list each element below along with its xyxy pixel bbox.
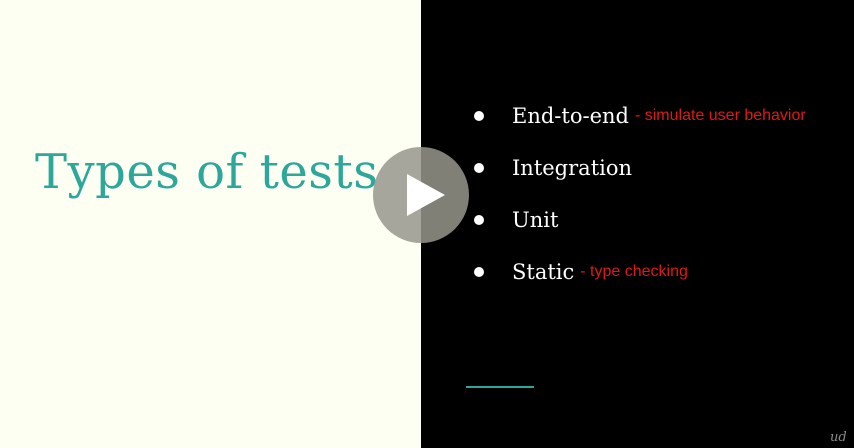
bullet-item-static: Static - type checking [474,246,806,298]
video-frame[interactable]: Types of tests End-to-end - simulate use… [0,0,854,448]
bullet-label: Unit [512,208,559,232]
bullet-item-integration: Integration [474,142,806,194]
bullet-dot-icon [474,267,484,277]
bullet-item-unit: Unit [474,194,806,246]
bullet-label: End-to-end [512,104,629,128]
bullet-note: - simulate user behavior [634,107,806,124]
bullet-dot-icon [474,163,484,173]
watermark-logo: ud [830,430,847,445]
bullet-dot-icon [474,215,484,225]
bullet-item-end-to-end: End-to-end - simulate user behavior [474,90,806,142]
play-button[interactable] [373,147,469,243]
bullet-note: - type checking [580,263,688,280]
slide-left-panel: Types of tests [0,0,421,448]
bullet-label: Integration [512,156,633,180]
bullet-label: Static [512,260,575,284]
bullet-list: End-to-end - simulate user behavior Inte… [474,90,806,298]
accent-divider [466,386,534,388]
slide-title: Types of tests [35,144,379,200]
play-icon [407,174,445,216]
bullet-dot-icon [474,111,484,121]
